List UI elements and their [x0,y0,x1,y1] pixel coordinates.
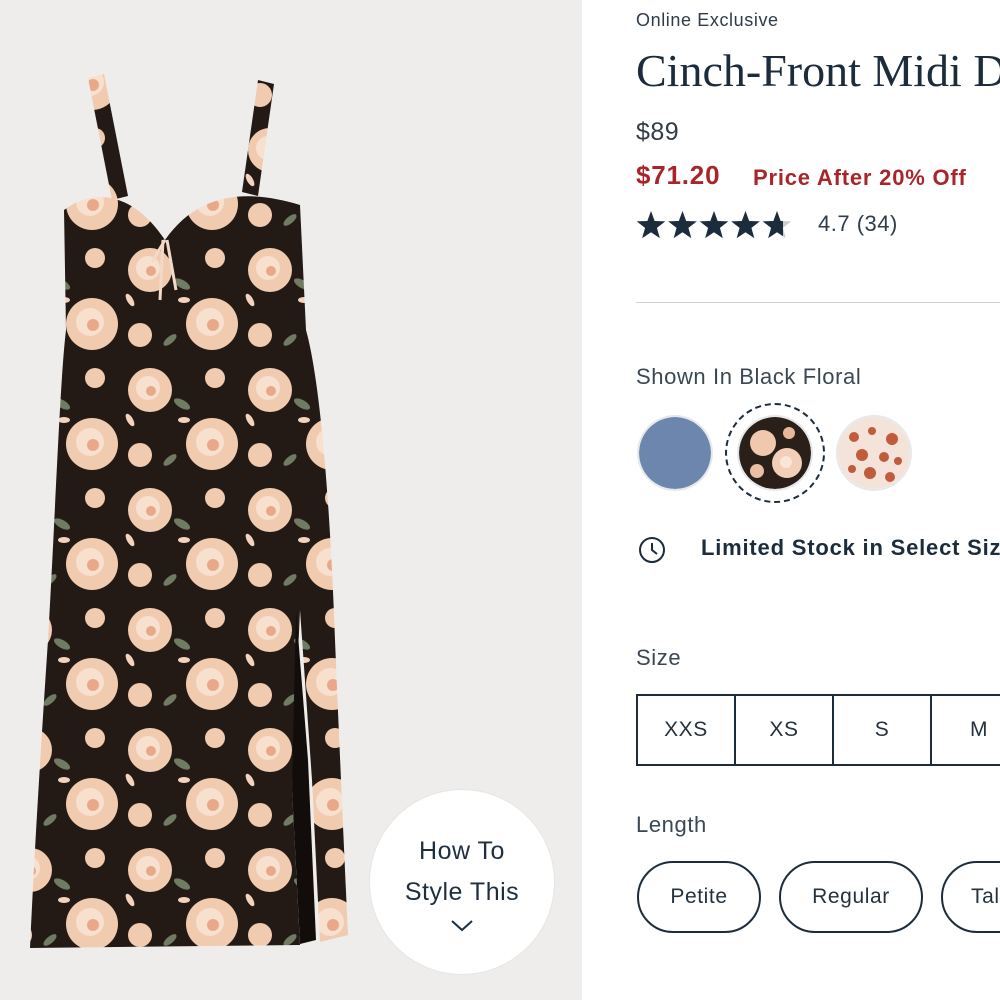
length-option-petite[interactable]: Petite [637,861,761,933]
size-option-xs[interactable]: XS [734,694,832,766]
size-option-m[interactable]: M [930,694,1000,766]
star-icon [636,211,666,239]
swatch-black-floral-fill [739,417,811,489]
sale-price: $71.20 [636,160,721,190]
stock-status: Limited Stock in Select Sizes [701,535,1000,560]
swatch-red-floral-fill [838,417,910,489]
divider [636,302,1000,303]
clock-icon [639,537,665,563]
size-option-xxs[interactable]: XXS [636,694,734,766]
rating-stars[interactable] [636,208,796,244]
color-swatch-blue[interactable] [639,417,711,489]
size-option-s[interactable]: S [832,694,930,766]
length-option-regular[interactable]: Regular [779,861,923,933]
length-option-tall[interactable]: Tall [941,861,1000,933]
online-exclusive-badge: Online Exclusive [636,10,779,30]
star-icon [668,211,697,239]
product-image[interactable]: How To Style This [0,0,582,1000]
how-to-style-button[interactable]: How To Style This [370,790,554,974]
size-selector: XXS XS S M [636,694,1000,766]
swatch-blue-fill [639,417,711,489]
chevron-down-icon [451,920,473,932]
star-icon [731,211,760,239]
rating-count[interactable]: 4.7 (34) [818,211,898,237]
star-icon [699,211,729,239]
style-cta-line1: How To [419,837,505,865]
color-swatch-black-floral[interactable] [739,417,811,489]
discount-note: Price After 20% Off [753,165,967,190]
color-swatch-red-floral[interactable] [838,417,910,489]
product-title: Cinch-Front Midi Dress [636,45,1000,96]
length-label: Length [636,812,707,837]
style-cta-line2: Style This [404,878,520,906]
product-details: Online Exclusive Cinch-Front Midi Dress … [582,0,1000,1000]
size-label: Size [636,645,682,670]
original-price: $89 [636,118,680,146]
color-label: Shown In Black Floral [636,364,862,389]
